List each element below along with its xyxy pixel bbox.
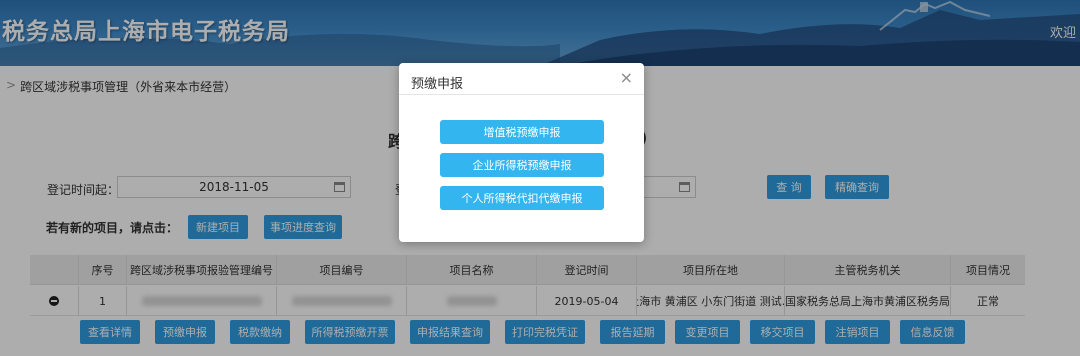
dialog-title: 预缴申报 <box>411 77 464 92</box>
close-icon[interactable]: × <box>620 70 633 86</box>
vat-prepay-button[interactable]: 增值税预缴申报 <box>440 120 604 144</box>
prepay-declare-dialog: 预缴申报 × 增值税预缴申报 企业所得税预缴申报 个人所得税代扣代缴申报 <box>399 63 644 242</box>
dialog-header: 预缴申报 × <box>399 63 644 95</box>
corporate-income-tax-prepay-button[interactable]: 企业所得税预缴申报 <box>440 153 604 177</box>
personal-income-tax-withholding-button[interactable]: 个人所得税代扣代缴申报 <box>440 186 604 210</box>
